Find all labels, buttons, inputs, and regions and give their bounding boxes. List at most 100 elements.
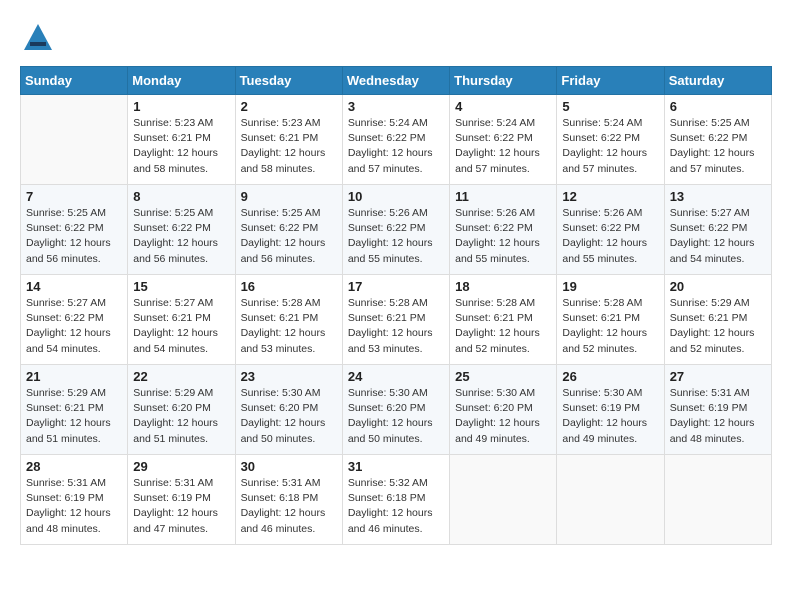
day-info: Sunrise: 5:28 AM Sunset: 6:21 PM Dayligh…: [348, 296, 444, 357]
day-number: 7: [26, 189, 122, 204]
day-number: 9: [241, 189, 337, 204]
day-number: 11: [455, 189, 551, 204]
day-number: 8: [133, 189, 229, 204]
day-info: Sunrise: 5:27 AM Sunset: 6:22 PM Dayligh…: [670, 206, 766, 267]
calendar-week-row: 1 Sunrise: 5:23 AM Sunset: 6:21 PM Daylig…: [21, 95, 772, 185]
day-info: Sunrise: 5:24 AM Sunset: 6:22 PM Dayligh…: [455, 116, 551, 177]
calendar-cell: 23 Sunrise: 5:30 AM Sunset: 6:20 PM Dayli…: [235, 365, 342, 455]
calendar-week-row: 28 Sunrise: 5:31 AM Sunset: 6:19 PM Dayli…: [21, 455, 772, 545]
calendar-cell: 19 Sunrise: 5:28 AM Sunset: 6:21 PM Dayli…: [557, 275, 664, 365]
calendar-week-row: 21 Sunrise: 5:29 AM Sunset: 6:21 PM Dayli…: [21, 365, 772, 455]
day-info: Sunrise: 5:26 AM Sunset: 6:22 PM Dayligh…: [562, 206, 658, 267]
calendar-cell: 30 Sunrise: 5:31 AM Sunset: 6:18 PM Dayli…: [235, 455, 342, 545]
day-info: Sunrise: 5:31 AM Sunset: 6:19 PM Dayligh…: [133, 476, 229, 537]
calendar-cell: 6 Sunrise: 5:25 AM Sunset: 6:22 PM Daylig…: [664, 95, 771, 185]
day-number: 5: [562, 99, 658, 114]
day-info: Sunrise: 5:28 AM Sunset: 6:21 PM Dayligh…: [455, 296, 551, 357]
day-number: 13: [670, 189, 766, 204]
calendar-cell: [450, 455, 557, 545]
day-number: 25: [455, 369, 551, 384]
weekday-header: Wednesday: [342, 67, 449, 95]
day-info: Sunrise: 5:26 AM Sunset: 6:22 PM Dayligh…: [455, 206, 551, 267]
calendar-cell: 22Sunrise: 5:29 AM Sunset: 6:20 PM Dayli…: [128, 365, 235, 455]
weekday-header: Saturday: [664, 67, 771, 95]
calendar-cell: 27Sunrise: 5:31 AM Sunset: 6:19 PM Dayli…: [664, 365, 771, 455]
day-info: Sunrise: 5:25 AM Sunset: 6:22 PM Dayligh…: [133, 206, 229, 267]
calendar-week-row: 7 Sunrise: 5:25 AM Sunset: 6:22 PM Daylig…: [21, 185, 772, 275]
weekday-header: Tuesday: [235, 67, 342, 95]
calendar-cell: 7 Sunrise: 5:25 AM Sunset: 6:22 PM Daylig…: [21, 185, 128, 275]
calendar-cell: 29 Sunrise: 5:31 AM Sunset: 6:19 PM Dayli…: [128, 455, 235, 545]
day-info: Sunrise: 5:23 AM Sunset: 6:21 PM Dayligh…: [241, 116, 337, 177]
day-info: Sunrise: 5:28 AM Sunset: 6:21 PM Dayligh…: [241, 296, 337, 357]
logo: [20, 20, 60, 56]
day-info: Sunrise: 5:29 AM Sunset: 6:21 PM Dayligh…: [670, 296, 766, 357]
day-number: 20: [670, 279, 766, 294]
calendar-cell: 8 Sunrise: 5:25 AM Sunset: 6:22 PM Daylig…: [128, 185, 235, 275]
page-header: [20, 20, 772, 56]
day-info: Sunrise: 5:23 AM Sunset: 6:21 PM Dayligh…: [133, 116, 229, 177]
calendar-cell: 25Sunrise: 5:30 AM Sunset: 6:20 PM Dayli…: [450, 365, 557, 455]
calendar-cell: 16 Sunrise: 5:28 AM Sunset: 6:21 PM Dayli…: [235, 275, 342, 365]
day-info: Sunrise: 5:25 AM Sunset: 6:22 PM Dayligh…: [26, 206, 122, 267]
calendar-cell: [21, 95, 128, 185]
day-number: 2: [241, 99, 337, 114]
day-number: 1: [133, 99, 229, 114]
calendar-cell: 14 Sunrise: 5:27 AM Sunset: 6:22 PM Dayli…: [21, 275, 128, 365]
day-number: 29: [133, 459, 229, 474]
day-info: Sunrise: 5:32 AM Sunset: 6:18 PM Dayligh…: [348, 476, 444, 537]
logo-icon: [20, 20, 56, 56]
calendar-cell: 20 Sunrise: 5:29 AM Sunset: 6:21 PM Dayli…: [664, 275, 771, 365]
day-info: Sunrise: 5:28 AM Sunset: 6:21 PM Dayligh…: [562, 296, 658, 357]
day-number: 6: [670, 99, 766, 114]
day-number: 16: [241, 279, 337, 294]
day-info: Sunrise: 5:25 AM Sunset: 6:22 PM Dayligh…: [241, 206, 337, 267]
calendar-cell: 28 Sunrise: 5:31 AM Sunset: 6:19 PM Dayli…: [21, 455, 128, 545]
calendar-cell: [557, 455, 664, 545]
day-number: 30: [241, 459, 337, 474]
day-info: Sunrise: 5:30 AM Sunset: 6:20 PM Dayligh…: [348, 386, 444, 447]
day-number: 24: [348, 369, 444, 384]
day-info: Sunrise: 5:29 AM Sunset: 6:21 PM Dayligh…: [26, 386, 122, 447]
calendar-cell: 12Sunrise: 5:26 AM Sunset: 6:22 PM Dayli…: [557, 185, 664, 275]
day-number: 18: [455, 279, 551, 294]
day-info: Sunrise: 5:27 AM Sunset: 6:22 PM Dayligh…: [26, 296, 122, 357]
weekday-header-row: SundayMondayTuesdayWednesdayThursdayFrid…: [21, 67, 772, 95]
day-info: Sunrise: 5:24 AM Sunset: 6:22 PM Dayligh…: [348, 116, 444, 177]
weekday-header: Sunday: [21, 67, 128, 95]
day-number: 3: [348, 99, 444, 114]
calendar-week-row: 14 Sunrise: 5:27 AM Sunset: 6:22 PM Dayli…: [21, 275, 772, 365]
day-number: 23: [241, 369, 337, 384]
calendar-cell: 13 Sunrise: 5:27 AM Sunset: 6:22 PM Dayli…: [664, 185, 771, 275]
day-number: 31: [348, 459, 444, 474]
calendar-cell: 1 Sunrise: 5:23 AM Sunset: 6:21 PM Daylig…: [128, 95, 235, 185]
day-number: 10: [348, 189, 444, 204]
day-info: Sunrise: 5:31 AM Sunset: 6:19 PM Dayligh…: [670, 386, 766, 447]
day-number: 4: [455, 99, 551, 114]
day-number: 26: [562, 369, 658, 384]
day-info: Sunrise: 5:30 AM Sunset: 6:19 PM Dayligh…: [562, 386, 658, 447]
day-info: Sunrise: 5:31 AM Sunset: 6:18 PM Dayligh…: [241, 476, 337, 537]
calendar-cell: 24 Sunrise: 5:30 AM Sunset: 6:20 PM Dayli…: [342, 365, 449, 455]
day-number: 28: [26, 459, 122, 474]
calendar-cell: 2 Sunrise: 5:23 AM Sunset: 6:21 PM Daylig…: [235, 95, 342, 185]
day-info: Sunrise: 5:30 AM Sunset: 6:20 PM Dayligh…: [241, 386, 337, 447]
calendar-cell: 9 Sunrise: 5:25 AM Sunset: 6:22 PM Daylig…: [235, 185, 342, 275]
day-number: 14: [26, 279, 122, 294]
day-info: Sunrise: 5:25 AM Sunset: 6:22 PM Dayligh…: [670, 116, 766, 177]
day-info: Sunrise: 5:31 AM Sunset: 6:19 PM Dayligh…: [26, 476, 122, 537]
day-info: Sunrise: 5:26 AM Sunset: 6:22 PM Dayligh…: [348, 206, 444, 267]
calendar-cell: 10 Sunrise: 5:26 AM Sunset: 6:22 PM Dayli…: [342, 185, 449, 275]
day-info: Sunrise: 5:27 AM Sunset: 6:21 PM Dayligh…: [133, 296, 229, 357]
day-number: 22: [133, 369, 229, 384]
weekday-header: Friday: [557, 67, 664, 95]
calendar-cell: [664, 455, 771, 545]
day-number: 21: [26, 369, 122, 384]
calendar-cell: 3 Sunrise: 5:24 AM Sunset: 6:22 PM Daylig…: [342, 95, 449, 185]
calendar-cell: 4 Sunrise: 5:24 AM Sunset: 6:22 PM Daylig…: [450, 95, 557, 185]
weekday-header: Thursday: [450, 67, 557, 95]
calendar-cell: 17Sunrise: 5:28 AM Sunset: 6:21 PM Dayli…: [342, 275, 449, 365]
calendar-cell: 11 Sunrise: 5:26 AM Sunset: 6:22 PM Dayli…: [450, 185, 557, 275]
day-number: 19: [562, 279, 658, 294]
day-number: 15: [133, 279, 229, 294]
